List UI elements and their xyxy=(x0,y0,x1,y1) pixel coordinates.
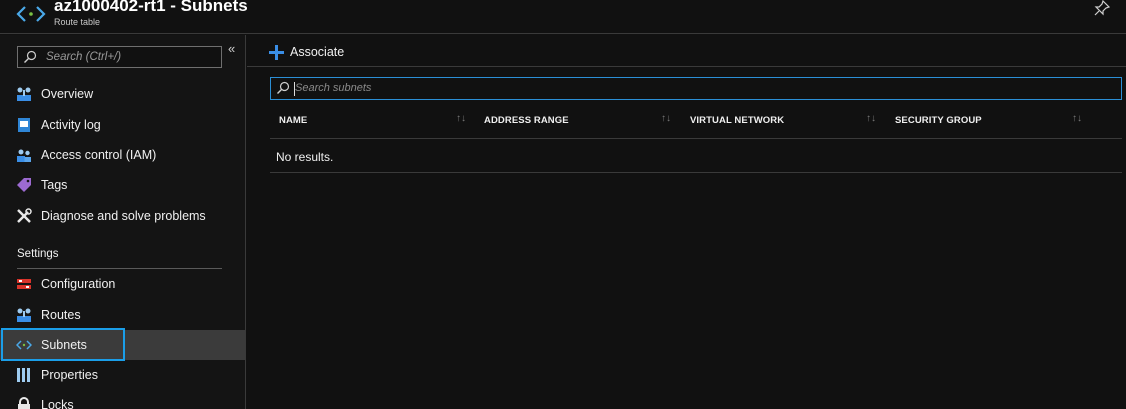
sidebar-item-properties[interactable]: Properties xyxy=(0,360,245,390)
wrench-icon xyxy=(17,208,32,223)
command-bar: Associate xyxy=(247,35,1126,67)
associate-label: Associate xyxy=(290,45,345,59)
search-icon xyxy=(277,81,290,94)
tag-icon xyxy=(17,178,31,192)
sidebar-item-access-control[interactable]: Access control (IAM) xyxy=(0,140,245,170)
sort-icon[interactable]: ↑↓ xyxy=(866,113,876,124)
sort-icon[interactable]: ↑↓ xyxy=(456,113,466,124)
sort-icon[interactable]: ↑↓ xyxy=(661,113,671,124)
table-row: No results. xyxy=(270,139,1122,173)
empty-results-text: No results. xyxy=(276,150,334,164)
sidebar-item-label: Tags xyxy=(41,178,68,192)
activity-log-icon xyxy=(18,118,30,132)
sidebar-item-activity-log[interactable]: Activity log xyxy=(0,110,245,140)
sidebar-item-diagnose[interactable]: Diagnose and solve problems xyxy=(0,201,245,231)
resource-menu: Search (Ctrl+/) « Overview Activity log … xyxy=(0,35,246,409)
subnet-brackets-icon xyxy=(16,6,46,22)
column-header-security-group[interactable]: SECURITY GROUP xyxy=(895,115,982,126)
route-table-icon xyxy=(17,308,31,322)
page-subtitle: Route table xyxy=(54,17,101,27)
sidebar-item-configuration[interactable]: Configuration xyxy=(0,269,245,299)
collapse-menu-icon[interactable]: « xyxy=(228,41,240,56)
sidebar-item-label: Locks xyxy=(41,398,74,409)
menu-search-placeholder: Search (Ctrl+/) xyxy=(46,51,122,63)
associate-button[interactable]: Associate xyxy=(269,43,344,61)
sidebar-item-label: Access control (IAM) xyxy=(41,148,157,162)
sidebar-item-label: Configuration xyxy=(41,277,116,291)
search-icon xyxy=(24,50,37,63)
sidebar-item-label: Diagnose and solve problems xyxy=(41,209,206,223)
plus-icon xyxy=(269,44,284,60)
sidebar-item-overview[interactable]: Overview xyxy=(0,79,245,109)
column-header-virtual-network[interactable]: VIRTUAL NETWORK xyxy=(690,115,784,126)
table-header: NAME ↑↓ ADDRESS RANGE ↑↓ VIRTUAL NETWORK… xyxy=(270,105,1122,139)
sidebar-item-label: Activity log xyxy=(41,118,101,132)
page-title: az1000402-rt1 - Subnets xyxy=(54,0,248,15)
active-item-highlight xyxy=(1,328,125,361)
sidebar-item-label: Overview xyxy=(41,87,94,101)
blade-header: az1000402-rt1 - Subnets Route table xyxy=(0,0,1126,34)
subnet-search-placeholder: Search subnets xyxy=(295,82,372,94)
content-pane: Associate Search subnets NAME ↑↓ ADDRESS… xyxy=(247,35,1126,409)
column-header-name[interactable]: NAME xyxy=(279,115,307,126)
properties-bars-icon xyxy=(17,368,30,382)
route-table-icon xyxy=(17,87,31,101)
section-settings: Settings xyxy=(17,248,59,260)
sidebar-item-tags[interactable]: Tags xyxy=(0,170,245,200)
sidebar-item-label: Routes xyxy=(41,308,81,322)
sort-icon[interactable]: ↑↓ xyxy=(1072,113,1082,124)
column-header-address-range[interactable]: ADDRESS RANGE xyxy=(484,115,569,126)
sidebar-item-label: Properties xyxy=(41,368,98,382)
lock-icon xyxy=(18,397,30,409)
sidebar-item-locks[interactable]: Locks xyxy=(0,390,245,409)
sidebar-item-routes[interactable]: Routes xyxy=(0,300,245,330)
configuration-icon xyxy=(17,279,31,289)
subnet-search-input[interactable]: Search subnets xyxy=(270,77,1122,100)
menu-search-input[interactable]: Search (Ctrl+/) xyxy=(17,46,222,68)
iam-people-icon xyxy=(17,149,31,162)
pin-icon[interactable] xyxy=(1094,0,1110,16)
